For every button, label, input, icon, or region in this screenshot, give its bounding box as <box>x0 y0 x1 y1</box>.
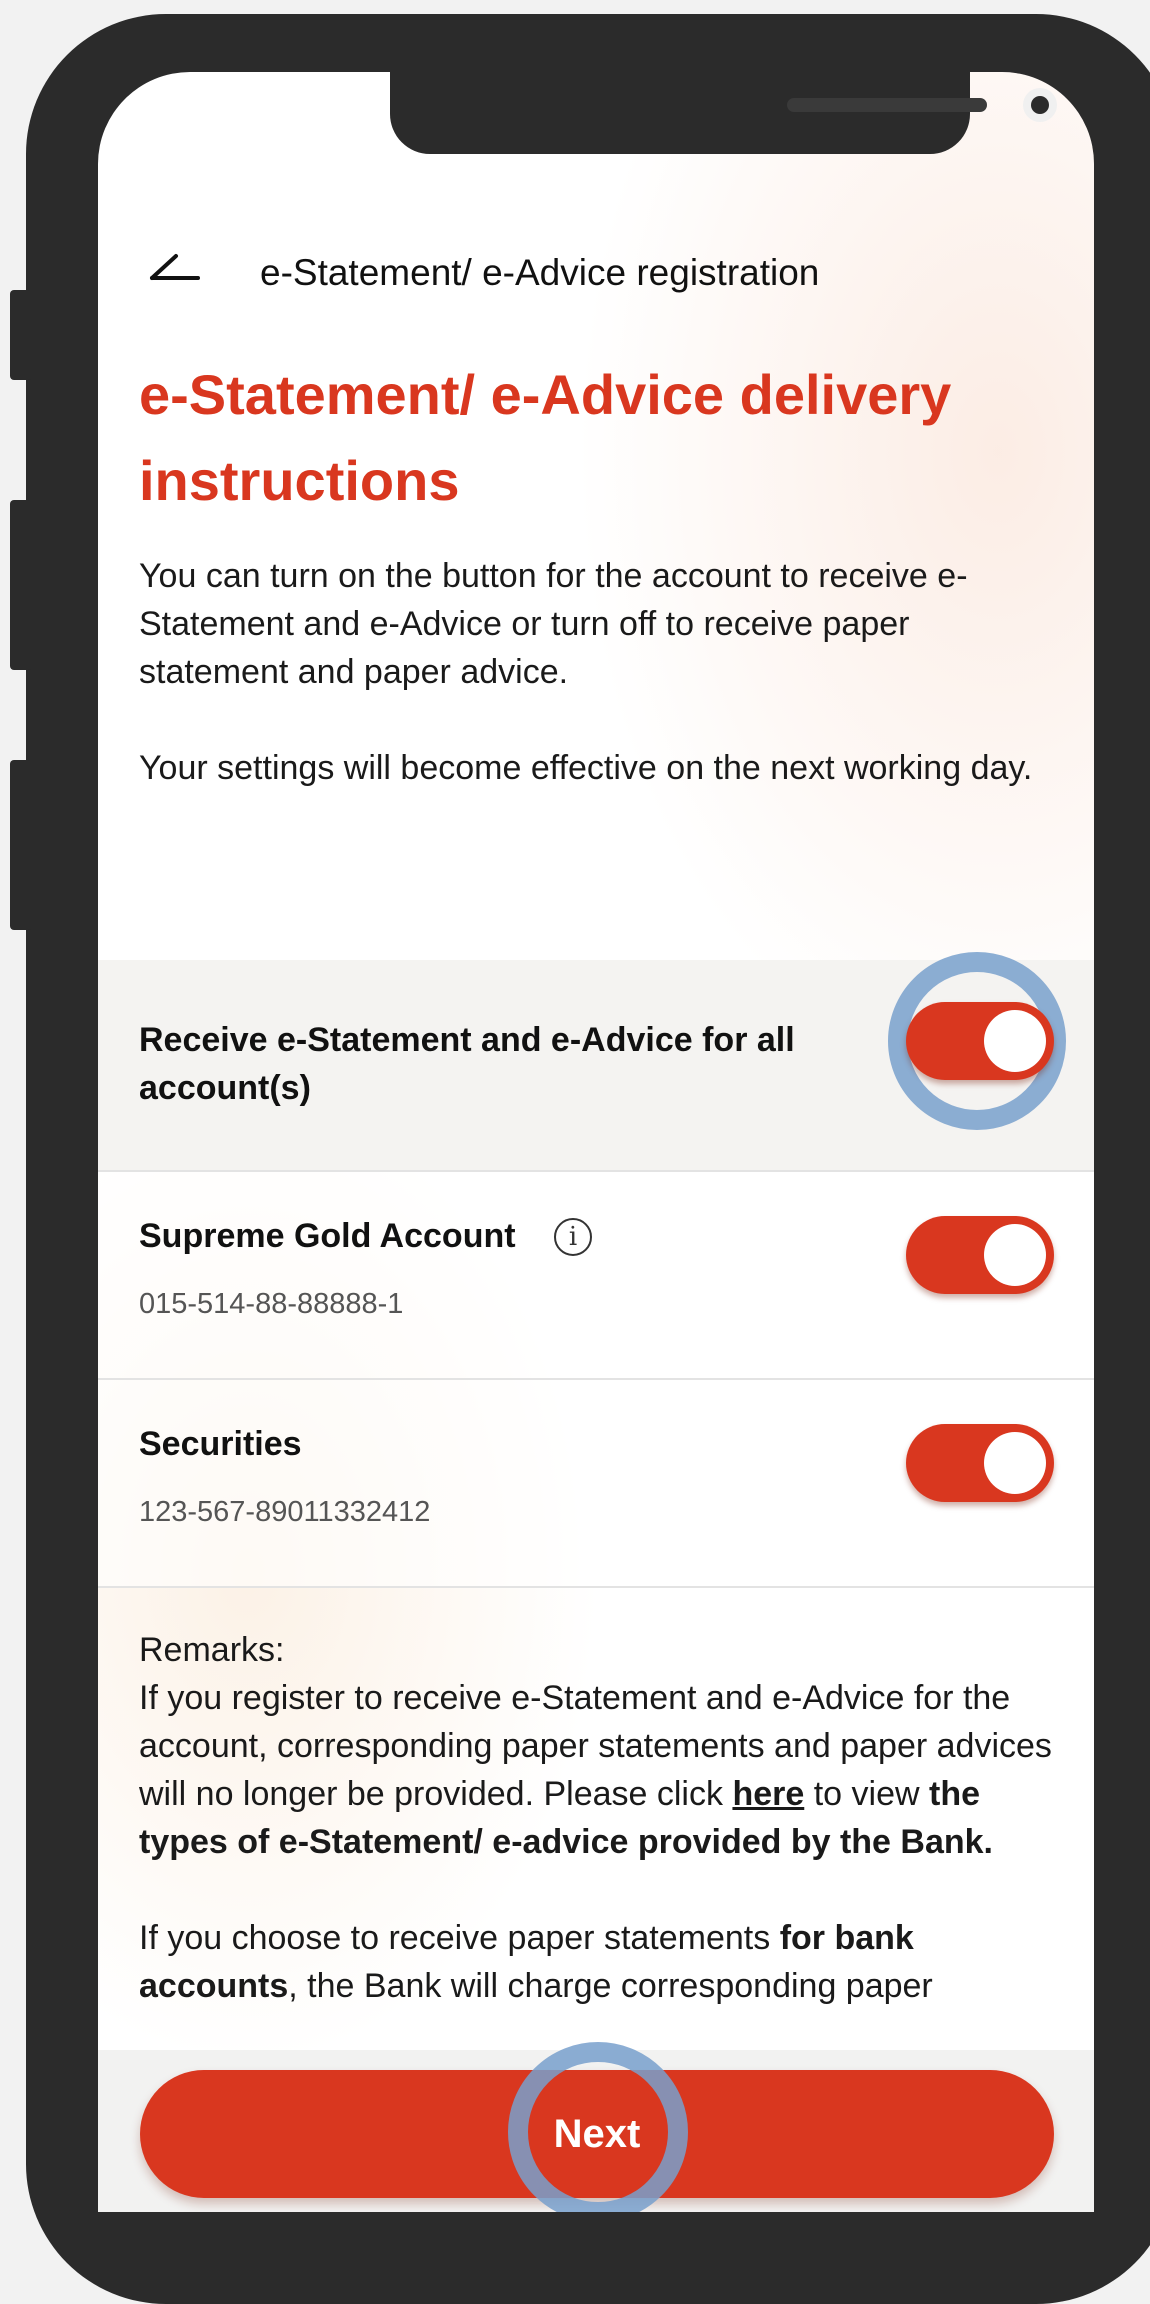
header-title: e-Statement/ e-Advice registration <box>260 252 820 293</box>
app-screen: e-Statement/ e-Advice registration e-Sta… <box>98 72 1094 2212</box>
here-link[interactable]: here <box>732 1775 804 1813</box>
remarks-text: If you choose to receive paper statement… <box>139 1919 771 1957</box>
toggle-knob <box>984 1432 1046 1494</box>
all-accounts-label: Receive e-Statement and e-Advice for all… <box>139 1021 795 1107</box>
intro-paragraph: You can turn on the button for the accou… <box>139 557 968 691</box>
intro-text: You can turn on the button for the accou… <box>139 552 1059 840</box>
phone-notch <box>390 72 1057 154</box>
securities-account-toggle[interactable] <box>906 1424 1054 1502</box>
info-icon[interactable]: i <box>554 1218 592 1256</box>
supreme-gold-account-toggle[interactable] <box>906 1216 1054 1294</box>
remarks-paragraph: If you register to receive e-Statement a… <box>139 1674 1059 1866</box>
toggle-knob <box>984 1010 1046 1072</box>
remarks-paragraph: If you choose to receive paper statement… <box>139 1914 1059 2010</box>
account-number: 015-514-88-88888-1 <box>139 1288 404 1320</box>
remarks-section: Remarks: If you register to receive e-St… <box>139 1626 1059 2058</box>
app-header: e-Statement/ e-Advice registration <box>98 232 1094 312</box>
camera-icon <box>1023 88 1057 122</box>
all-accounts-toggle[interactable] <box>906 1002 1054 1080</box>
back-arrow-icon[interactable] <box>146 246 206 286</box>
account-row: Supreme Gold Account i 015-514-88-88888-… <box>98 1172 1094 1380</box>
phone-volume-up-button <box>10 500 32 670</box>
speaker-grille <box>787 98 987 112</box>
remarks-heading: Remarks: <box>139 1631 285 1669</box>
phone-volume-down-button <box>10 760 32 930</box>
phone-side-button <box>10 290 32 380</box>
toggle-knob <box>984 1224 1046 1286</box>
all-accounts-row: Receive e-Statement and e-Advice for all… <box>98 952 1094 1172</box>
account-number: 123-567-89011332412 <box>139 1496 431 1528</box>
account-row: Securities 123-567-89011332412 <box>98 1380 1094 1588</box>
remarks-text: to view <box>813 1775 920 1813</box>
focus-highlight-ring <box>508 2042 688 2212</box>
account-name: Securities <box>139 1425 302 1463</box>
effective-date-note: Your settings will become effective on t… <box>139 749 1033 787</box>
account-name: Supreme Gold Account <box>139 1217 516 1255</box>
page-title: e-Statement/ e-Advice delivery instructi… <box>139 363 952 512</box>
remarks-text: , the Bank will charge corresponding pap… <box>288 1967 933 2005</box>
